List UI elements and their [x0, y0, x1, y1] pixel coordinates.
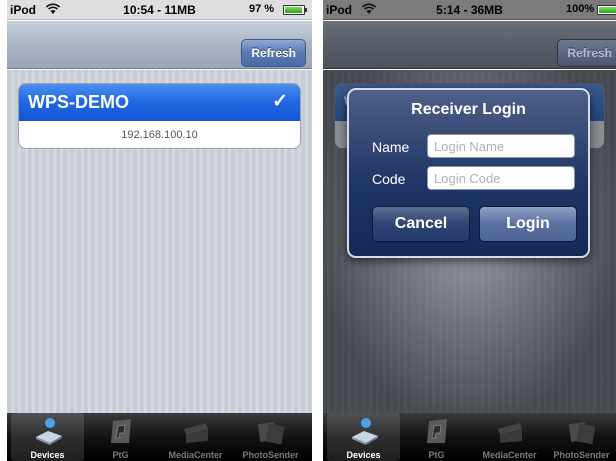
device-list: WPS-DEMO ✓ 192.168.100.10 — [7, 70, 312, 413]
media-center-icon — [498, 423, 522, 443]
tab-label: Devices — [346, 450, 381, 460]
tab-label: PhotoSender — [242, 450, 299, 460]
code-label: Code — [372, 171, 406, 187]
dialog-title: Receiver Login — [411, 101, 526, 118]
status-bar: iPod 5:14 - 36MB 100% — [323, 0, 616, 20]
login-button[interactable]: Login — [479, 206, 577, 242]
tab-label: PtG — [428, 450, 445, 460]
devices-icon — [352, 418, 378, 445]
checkmark-icon: ✓ — [272, 91, 288, 112]
tab-media-center[interactable]: MediaCenter — [473, 413, 546, 461]
battery-icon — [597, 5, 616, 15]
tab-devices[interactable]: Devices — [327, 413, 400, 461]
tab-label: PtG — [112, 450, 129, 460]
photo-sender-icon — [568, 421, 596, 445]
tab-label: MediaCenter — [482, 450, 537, 460]
battery-icon — [283, 5, 307, 15]
tab-bar: Devices PtG MediaCenter PhotoSender — [7, 413, 312, 461]
media-center-icon — [184, 423, 208, 443]
tab-label: MediaCenter — [168, 450, 223, 460]
refresh-button[interactable]: Refresh — [557, 39, 616, 67]
login-name-input[interactable] — [427, 134, 575, 158]
photo-sender-icon — [257, 421, 285, 445]
login-code-input[interactable] — [427, 166, 575, 190]
tab-label: PhotoSender — [553, 450, 610, 460]
tab-photo-sender[interactable]: PhotoSender — [234, 413, 307, 461]
tab-media-center[interactable]: MediaCenter — [159, 413, 232, 461]
device-row[interactable]: WPS-DEMO ✓ 192.168.100.10 — [18, 83, 301, 149]
tab-photo-sender[interactable]: PhotoSender — [545, 413, 616, 461]
battery-percent: 97 % — [249, 3, 275, 15]
left-screen: iPod 10:54 - 11MB 97 % Refresh WPS-DEMO … — [7, 0, 312, 461]
tab-bar: Devices PtG MediaCenter PhotoSender — [323, 413, 616, 461]
tab-ptg[interactable]: PtG — [400, 413, 473, 461]
receiver-login-dialog: Receiver Login Name Code Cancel Login — [347, 88, 590, 258]
tab-label: Devices — [30, 450, 65, 460]
nav-bar: Refresh — [323, 21, 616, 69]
nav-bar: Refresh — [7, 21, 312, 69]
name-label: Name — [372, 139, 410, 155]
refresh-button[interactable]: Refresh — [241, 39, 306, 67]
device-name: WPS-DEMO — [28, 92, 129, 112]
right-screen: iPod 5:14 - 36MB 100% Refresh wePresent … — [323, 0, 616, 461]
tab-devices[interactable]: Devices — [11, 413, 84, 461]
cancel-button[interactable]: Cancel — [372, 206, 470, 242]
battery-percent: 100% — [566, 3, 595, 15]
devices-icon — [36, 418, 62, 445]
status-bar: iPod 10:54 - 11MB 97 % — [7, 0, 312, 20]
ptg-icon — [427, 419, 447, 443]
ptg-icon — [111, 419, 131, 443]
tab-ptg[interactable]: PtG — [84, 413, 157, 461]
device-ip: 192.168.100.10 — [121, 129, 198, 141]
